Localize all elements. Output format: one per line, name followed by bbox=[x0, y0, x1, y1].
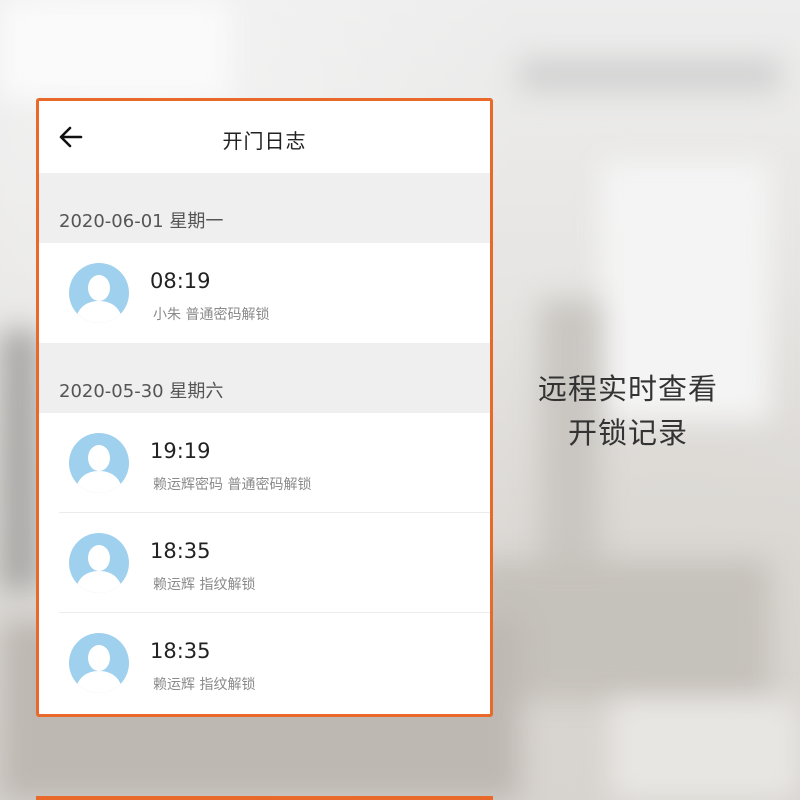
entry-desc: 赖运辉 指纹解锁 bbox=[153, 677, 256, 693]
tagline-line-2: 开锁记录 bbox=[567, 416, 688, 450]
entry-desc: 赖运辉 指纹解锁 bbox=[153, 577, 256, 593]
next-card-edge bbox=[36, 796, 493, 800]
date-header: 2020-05-30 星期六 bbox=[39, 343, 490, 413]
log-entry[interactable]: 08:19 小朱 普通密码解锁 bbox=[39, 243, 490, 343]
log-entry[interactable]: 18:35 赖运辉 指纹解锁 bbox=[39, 513, 490, 613]
avatar-icon bbox=[69, 633, 129, 693]
page-title: 开门日志 bbox=[222, 129, 307, 153]
entry-time: 18:35 bbox=[150, 539, 211, 563]
top-bar: 开门日志 bbox=[39, 101, 490, 173]
avatar-icon bbox=[69, 533, 129, 593]
entry-time: 18:35 bbox=[150, 639, 211, 663]
entry-desc: 小朱 普通密码解锁 bbox=[153, 307, 270, 323]
entry-time: 19:19 bbox=[150, 439, 211, 463]
avatar-icon bbox=[69, 433, 129, 493]
background-blur bbox=[520, 60, 780, 90]
log-entry[interactable]: 19:19 赖运辉密码 普通密码解锁 bbox=[39, 413, 490, 513]
background-blur bbox=[610, 700, 800, 800]
background-blur bbox=[0, 330, 40, 590]
phone-screen: 开门日志 2020-06-01 星期一 08:19 小朱 普通密码解锁 2020… bbox=[36, 98, 493, 717]
entry-time: 08:19 bbox=[150, 269, 211, 293]
tagline-line-1: 远程实时查看 bbox=[537, 372, 718, 406]
background-blur bbox=[0, 0, 230, 100]
entry-desc: 赖运辉密码 普通密码解锁 bbox=[153, 477, 312, 493]
log-entry[interactable]: 18:35 赖运辉 指纹解锁 bbox=[39, 613, 490, 713]
date-header: 2020-06-01 星期一 bbox=[39, 173, 490, 243]
avatar-icon bbox=[69, 263, 129, 323]
